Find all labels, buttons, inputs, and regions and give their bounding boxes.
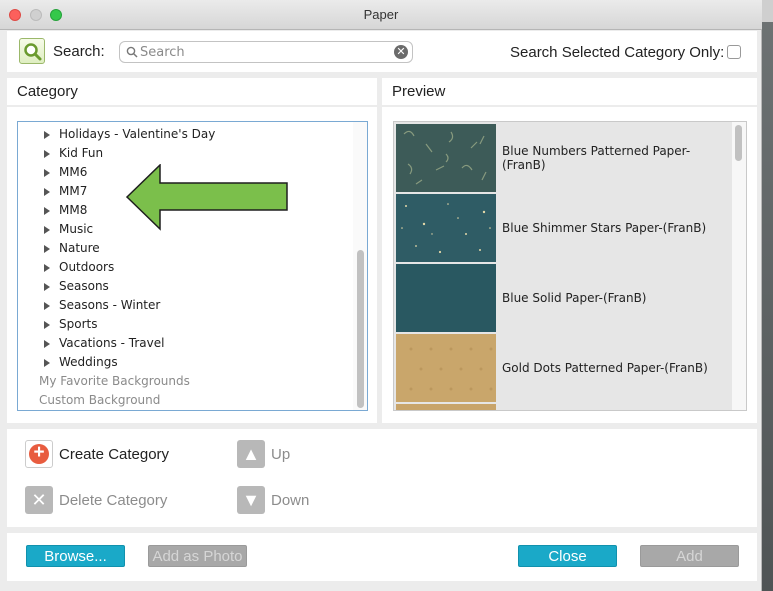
preview-item[interactable]: Blue Numbers Patterned Paper-(FranB) — [396, 124, 732, 194]
preview-item-label: Blue Shimmer Stars Paper-(FranB) — [502, 221, 707, 235]
paper-thumbnail — [396, 124, 496, 192]
tree-item-label: My Favorite Backgrounds — [39, 374, 190, 388]
tree-item-label: Vacations - Travel — [59, 336, 165, 350]
category-actions-panel: Create Category ✕ Delete Category ▲ Up ▼… — [7, 429, 757, 527]
clipped-row: ▸ — [58, 122, 64, 124]
search-label: Search: — [53, 43, 105, 60]
expand-triangle-icon[interactable] — [44, 131, 50, 139]
expand-triangle-icon[interactable] — [44, 169, 50, 177]
paper-thumbnail — [396, 334, 496, 402]
magnifier-icon — [126, 46, 138, 58]
search-selected-only-checkbox[interactable] — [727, 45, 741, 59]
zoom-window-button[interactable] — [50, 9, 62, 21]
preview-item[interactable]: Blue Shimmer Stars Paper-(FranB) — [396, 194, 732, 264]
add-as-photo-button[interactable]: Add as Photo — [148, 545, 247, 567]
expand-triangle-icon[interactable] — [44, 302, 50, 310]
tree-item-label: MM8 — [59, 203, 88, 217]
add-button[interactable]: Add — [640, 545, 739, 567]
arrow-down-icon: ▼ — [237, 486, 265, 514]
delete-x-icon: ✕ — [25, 486, 53, 514]
paper-dialog: Paper Search: ✕ Search Selected Category… — [0, 0, 762, 591]
preview-header: Preview — [382, 78, 757, 105]
add-circle-icon — [25, 440, 53, 468]
title-bar: Paper — [0, 0, 762, 30]
preview-item[interactable]: Gold Dots Patterned Paper-(FranB) — [396, 334, 732, 404]
preview-item-label: Blue Solid Paper-(FranB) — [502, 291, 647, 305]
preview-item-partial[interactable] — [396, 404, 732, 410]
search-input[interactable] — [140, 44, 390, 61]
tree-item-label: Weddings — [59, 355, 118, 369]
close-window-button[interactable] — [9, 9, 21, 21]
search-selected-only-label: Search Selected Category Only: — [510, 44, 725, 61]
create-category-button[interactable]: Create Category — [25, 440, 169, 468]
tree-item-label: Music — [59, 222, 94, 236]
preview-scrollbar-thumb[interactable] — [735, 125, 742, 161]
expand-triangle-icon[interactable] — [44, 188, 50, 196]
search-field[interactable]: ✕ — [119, 41, 413, 63]
preview-list[interactable]: Blue Numbers Patterned Paper-(FranB) Blu… — [393, 121, 747, 411]
close-button[interactable]: Close — [518, 545, 617, 567]
tree-item-label: Seasons - Winter — [59, 298, 161, 312]
green-arrow-annotation — [126, 164, 288, 231]
category-scrollbar-thumb[interactable] — [357, 250, 364, 408]
tree-item-label: Nature — [59, 241, 100, 255]
tree-item-label: Kid Fun — [59, 146, 104, 160]
delete-category-button[interactable]: ✕ Delete Category — [25, 486, 167, 514]
browse-button[interactable]: Browse... — [26, 545, 125, 567]
expand-triangle-icon[interactable] — [44, 340, 50, 348]
tree-item-label: Custom Background — [39, 393, 161, 407]
minimize-window-button[interactable] — [30, 9, 42, 21]
expand-triangle-icon[interactable] — [44, 321, 50, 329]
create-category-label: Create Category — [59, 445, 170, 463]
preview-item-label: Gold Dots Patterned Paper-(FranB) — [502, 361, 708, 375]
window-title: Paper — [363, 7, 399, 22]
tree-item-label: Outdoors — [59, 260, 115, 274]
search-panel: Search: ✕ Search Selected Category Only: — [7, 31, 757, 72]
paper-thumbnail — [396, 404, 496, 410]
preview-item-label: Blue Numbers Patterned Paper-(FranB) — [502, 144, 691, 172]
category-scrollbar[interactable] — [353, 122, 367, 410]
arrow-up-icon: ▲ — [237, 440, 265, 468]
preview-scrollbar[interactable] — [732, 122, 746, 410]
tree-item-label: Holidays - Valentine's Day — [59, 127, 216, 141]
desktop-background — [762, 0, 773, 591]
preview-panel: Blue Numbers Patterned Paper-(FranB) Blu… — [382, 107, 757, 423]
search-icon[interactable] — [19, 38, 45, 64]
tree-item-label: MM6 — [59, 165, 88, 179]
tree-item-label: Sports — [59, 317, 98, 331]
up-button[interactable]: ▲ Up — [237, 440, 290, 468]
preview-item[interactable]: Blue Solid Paper-(FranB) — [396, 264, 732, 334]
category-header-label: Category — [17, 83, 78, 100]
preview-header-label: Preview — [392, 83, 446, 100]
up-label: Up — [271, 445, 291, 463]
category-header: Category — [7, 78, 377, 105]
expand-triangle-icon[interactable] — [44, 264, 50, 272]
tree-item-label: Seasons — [59, 279, 109, 293]
expand-triangle-icon[interactable] — [44, 226, 50, 234]
down-label: Down — [271, 491, 310, 509]
down-button[interactable]: ▼ Down — [237, 486, 309, 514]
paper-thumbnail — [396, 264, 496, 332]
delete-category-label: Delete Category — [59, 491, 168, 509]
expand-triangle-icon[interactable] — [44, 245, 50, 253]
expand-triangle-icon[interactable] — [44, 359, 50, 367]
paper-thumbnail — [396, 194, 496, 262]
expand-triangle-icon[interactable] — [44, 207, 50, 215]
expand-triangle-icon[interactable] — [44, 150, 50, 158]
expand-triangle-icon[interactable] — [44, 283, 50, 291]
tree-item-label: MM7 — [59, 184, 88, 198]
dialog-footer: Browse... Add as Photo Close Add — [7, 533, 757, 581]
clear-search-icon[interactable]: ✕ — [394, 45, 408, 59]
category-panel: ▸ Holidays - Valentine's Day Kid Fun MM6… — [7, 107, 377, 423]
